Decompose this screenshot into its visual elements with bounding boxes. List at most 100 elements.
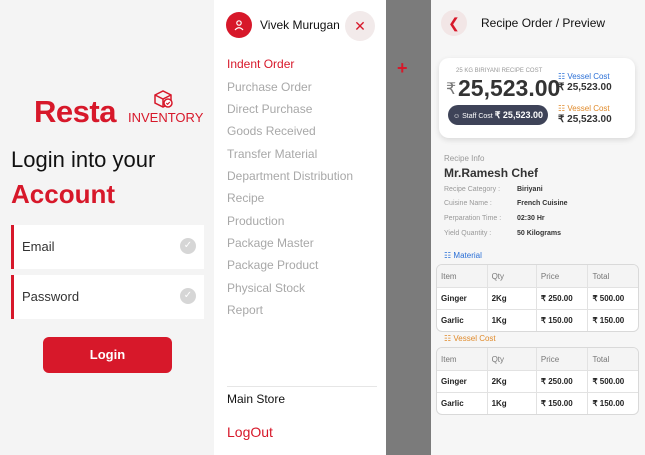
column-header: Qty <box>486 265 536 287</box>
field-value: Biriyani <box>517 186 543 193</box>
table-cell: ₹ 250.00 <box>535 287 588 309</box>
table-cell: Garlic <box>437 309 487 331</box>
vessel-cost-heading-text: Vessel Cost <box>453 334 496 343</box>
login-heading-line1: Login into your <box>11 147 156 172</box>
menu-overlay[interactable] <box>386 0 431 455</box>
table-cell: 2Kg <box>486 287 536 309</box>
menu-item-goods-received[interactable]: Goods Received <box>227 124 316 138</box>
vessel-cost-heading: ☷ Vessel Cost <box>444 334 496 343</box>
column-header: Price <box>535 265 588 287</box>
vessel-cost-amount: ₹ 25,523.00 <box>558 82 612 93</box>
table-cell: ₹ 150.00 <box>587 392 638 414</box>
email-label: Email <box>22 239 55 254</box>
close-icon[interactable]: ✕ <box>345 11 375 41</box>
column-header: Price <box>535 348 588 370</box>
user-avatar-icon <box>226 12 252 38</box>
table-cell: Ginger <box>437 370 487 392</box>
menu-divider <box>227 386 377 387</box>
material-heading-text: Material <box>453 251 482 260</box>
table-row: Ginger 2Kg ₹ 250.00 ₹ 500.00 <box>437 370 638 392</box>
table-cell: ₹ 500.00 <box>587 370 638 392</box>
menu-item-transfer-material[interactable]: Transfer Material <box>227 147 317 161</box>
table-cell: Garlic <box>437 392 487 414</box>
vessel-cost-label: ☷ Vessel Cost <box>558 72 610 81</box>
field-key: Cuisine Name : <box>444 200 492 207</box>
user-icon: ☺ <box>453 113 461 120</box>
vessel-cost-label-text: Vessel Cost <box>567 72 610 81</box>
package-check-icon <box>154 90 173 108</box>
page-title: Recipe Order / Preview <box>481 16 606 30</box>
table-cell: ₹ 500.00 <box>587 287 638 309</box>
table-cell: 2Kg <box>486 370 536 392</box>
check-circle-icon: ✓ <box>180 288 196 304</box>
menu-item-package-product[interactable]: Package Product <box>227 258 318 272</box>
field-key: Recipe Category : <box>444 186 501 193</box>
check-circle-icon: ✓ <box>180 238 196 254</box>
recipe-field-category: Recipe Category : Biriyani <box>444 186 543 193</box>
email-field[interactable]: Email ✓ <box>11 225 204 269</box>
table-row: Garlic 1Kg ₹ 150.00 ₹ 150.00 <box>437 392 638 414</box>
hierarchy-icon: ☷ <box>558 72 566 81</box>
currency-symbol: ₹ <box>446 81 457 98</box>
app-screens: Resta INVENTORY Login into your Account … <box>0 0 645 455</box>
logo-resta-text: Resta <box>34 94 116 129</box>
recipe-field-cuisine: Cuisine Name : French Cuisine <box>444 200 568 207</box>
material-heading: ☷ Material <box>444 251 482 260</box>
table-cell: 1Kg <box>486 309 536 331</box>
staff-cost-amount: ₹ 25,523.00 <box>494 110 543 120</box>
column-header: Item <box>437 348 487 370</box>
vessel-cost2-amount: ₹ 25,523.00 <box>558 114 612 125</box>
vessel-cost2-label: ☷ Vessel Cost <box>558 104 610 113</box>
column-header: Qty <box>486 348 536 370</box>
recipe-info-heading: Recipe Info <box>444 154 485 163</box>
recipe-field-yield: Yield Quantity : 50 Kilograms <box>444 230 561 237</box>
store-selector[interactable]: Main Store <box>227 392 285 406</box>
staff-cost-label: Staff Cost <box>462 113 493 120</box>
login-button[interactable]: Login <box>43 337 172 373</box>
column-header: Total <box>587 348 638 370</box>
table-header-row: Item Qty Price Total <box>437 348 638 370</box>
password-field[interactable]: Password ✓ <box>11 275 204 319</box>
hierarchy-icon: ☷ <box>444 251 452 260</box>
login-screen: Resta INVENTORY Login into your Account … <box>0 0 214 455</box>
back-arrow-icon[interactable]: ❮ <box>441 10 467 36</box>
field-value: French Cuisine <box>517 200 568 207</box>
vessel-cost2-label-text: Vessel Cost <box>567 104 610 113</box>
chef-name: Mr.Ramesh Chef <box>444 166 539 180</box>
table-cell: ₹ 150.00 <box>535 392 588 414</box>
hierarchy-icon: ☷ <box>444 334 452 343</box>
table-cell: Ginger <box>437 287 487 309</box>
menu-item-department-distribution[interactable]: Department Distribution <box>227 169 353 183</box>
table-row: Garlic 1Kg ₹ 150.00 ₹ 150.00 <box>437 309 638 331</box>
recipe-field-prep-time: Perparation Time : 02:30 Hr <box>444 215 545 222</box>
menu-item-direct-purchase[interactable]: Direct Purchase <box>227 102 312 116</box>
recipe-cost-label: 25 KG BIRIYANI RECIPE COST <box>456 68 543 74</box>
user-name: Vivek Murugan <box>260 18 340 32</box>
material-table: Item Qty Price Total Ginger 2Kg ₹ 250.00… <box>436 264 639 332</box>
menu-item-physical-stock[interactable]: Physical Stock <box>227 281 305 295</box>
field-value: 50 Kilograms <box>517 230 561 237</box>
table-cell: 1Kg <box>486 392 536 414</box>
column-header: Item <box>437 265 487 287</box>
menu-item-recipe[interactable]: Recipe <box>227 191 264 205</box>
recipe-cost-amount: 25,523.00 <box>458 75 561 101</box>
logo-inventory-text: INVENTORY <box>128 110 204 125</box>
password-label: Password <box>22 289 80 304</box>
logout-link[interactable]: LogOut <box>227 424 273 440</box>
field-key: Yield Quantity : <box>444 230 492 237</box>
menu-item-production[interactable]: Production <box>227 214 284 228</box>
table-cell: ₹ 150.00 <box>587 309 638 331</box>
plus-icon[interactable]: + <box>397 58 408 79</box>
menu-item-package-master[interactable]: Package Master <box>227 236 314 250</box>
column-header: Total <box>587 265 638 287</box>
menu-item-indent-order[interactable]: Indent Order <box>227 57 294 71</box>
menu-item-report[interactable]: Report <box>227 303 263 317</box>
field-key: Perparation Time : <box>444 215 502 222</box>
vessel-cost-table: Item Qty Price Total Ginger 2Kg ₹ 250.00… <box>436 347 639 415</box>
hierarchy-icon: ☷ <box>558 104 566 113</box>
menu-item-purchase-order[interactable]: Purchase Order <box>227 80 312 94</box>
table-cell: ₹ 250.00 <box>535 370 588 392</box>
table-row: Ginger 2Kg ₹ 250.00 ₹ 500.00 <box>437 287 638 309</box>
staff-cost-badge: ☺ Staff Cost ₹ 25,523.00 <box>448 105 548 125</box>
table-header-row: Item Qty Price Total <box>437 265 638 287</box>
